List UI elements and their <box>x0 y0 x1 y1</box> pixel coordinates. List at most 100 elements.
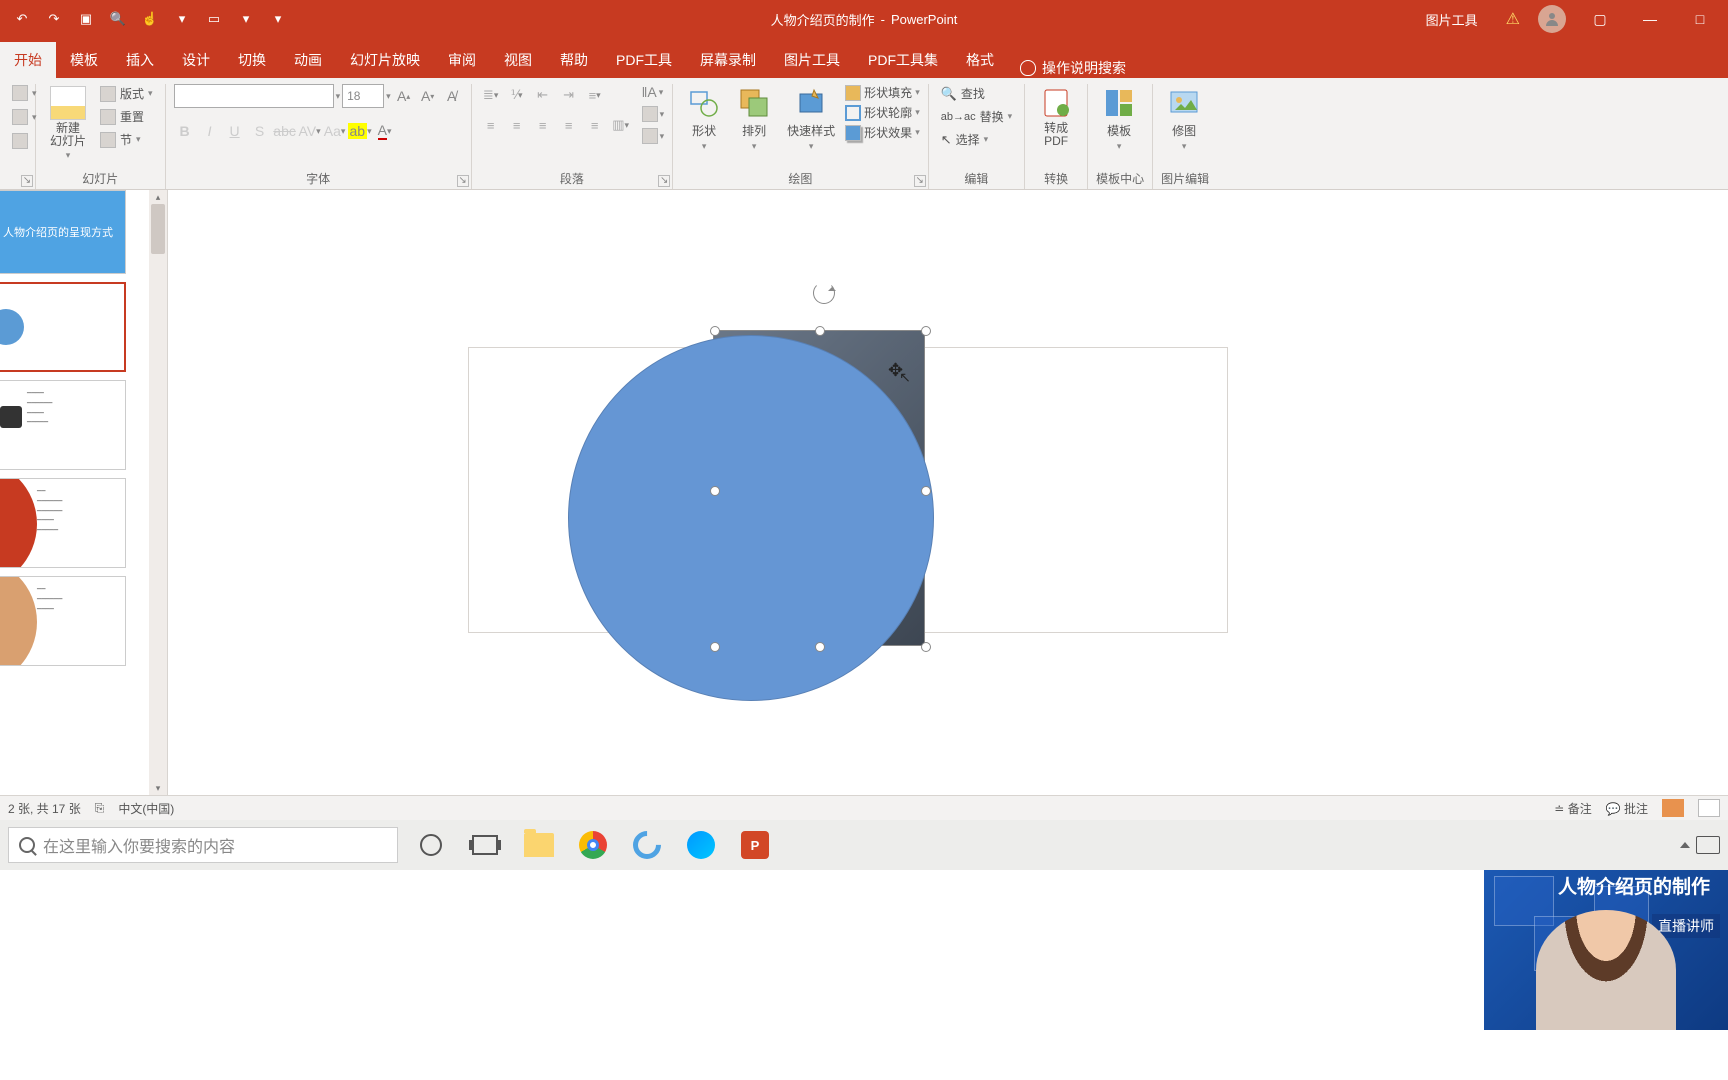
tab-pic-tools[interactable]: 图片工具 <box>770 42 854 78</box>
smartart-button[interactable]: ▾ <box>642 128 665 144</box>
slide-canvas[interactable]: ✥↖ <box>168 190 1728 795</box>
tab-pdf-tools[interactable]: PDF工具 <box>602 42 686 78</box>
maximize-icon[interactable]: □ <box>1684 5 1716 33</box>
select-button[interactable]: ↖选择▾ <box>937 130 1016 149</box>
circle-shape[interactable] <box>568 335 934 701</box>
tray-overflow-icon[interactable] <box>1680 842 1690 848</box>
font-name-input[interactable] <box>174 84 334 108</box>
quick-styles-button[interactable]: 快速样式▾ <box>781 84 841 154</box>
text-direction-button[interactable]: ‖A▾ <box>642 84 665 100</box>
shrink-font-button[interactable]: A▾ <box>417 85 439 107</box>
chrome-button[interactable] <box>572 824 614 866</box>
handle-mr[interactable] <box>921 486 931 496</box>
taskbar-search[interactable]: 在这里输入你要搜索的内容 <box>8 827 398 863</box>
line-spacing-button[interactable]: ≡▾ <box>584 84 606 106</box>
dropdown1-icon[interactable]: ▾ <box>170 7 194 31</box>
case-button[interactable]: Aa▾ <box>324 120 346 142</box>
columns-button[interactable]: ▥▾ <box>610 114 632 136</box>
powerpoint-button[interactable]: P <box>734 824 776 866</box>
minimize-icon[interactable]: — <box>1634 5 1666 33</box>
distribute-button[interactable]: ≡ <box>584 114 606 136</box>
tab-pdf-toolkit[interactable]: PDF工具集 <box>854 42 952 78</box>
qat-more-icon[interactable]: ▾ <box>266 7 290 31</box>
tab-animations[interactable]: 动画 <box>280 42 336 78</box>
font-color-button[interactable]: A▾ <box>374 120 396 142</box>
copy-button[interactable] <box>8 132 32 150</box>
decrease-indent-button[interactable]: ⇤ <box>532 84 554 106</box>
shadow-button[interactable]: S <box>249 120 271 142</box>
slideshow-icon[interactable]: ▣ <box>74 7 98 31</box>
layout-icon[interactable]: ▭ <box>202 7 226 31</box>
scroll-down-icon[interactable]: ▾ <box>149 781 167 795</box>
arrange-button[interactable]: 排列▾ <box>731 84 777 154</box>
align-text-button[interactable]: ▾ <box>642 106 665 122</box>
pic-edit-button[interactable]: 修图▾ <box>1161 84 1207 154</box>
underline-button[interactable]: U <box>224 120 246 142</box>
shapes-button[interactable]: 形状▾ <box>681 84 727 154</box>
touch-icon[interactable]: ☝ <box>138 7 162 31</box>
slide-thumb-1[interactable]: 人物介绍页的呈现方式 <box>0 190 126 274</box>
align-center-button[interactable]: ≡ <box>506 114 528 136</box>
slide-panel[interactable]: 人物介绍页的呈现方式 ━━━━━━━━━━━━━━━━━━━ ━━━━━━━━━… <box>0 190 168 795</box>
tab-screen-record[interactable]: 屏幕录制 <box>686 42 770 78</box>
comments-button[interactable]: 💬 批注 <box>1606 800 1648 817</box>
browser2-button[interactable] <box>626 824 668 866</box>
slide-thumb-4[interactable]: ━━━━━━━━━━━━━━━━━━━━━━━ <box>0 478 126 568</box>
font-launcher-icon[interactable]: ↘ <box>457 175 469 187</box>
highlight-button[interactable]: ab▾ <box>349 120 371 142</box>
slide-thumb-2[interactable] <box>0 282 126 372</box>
numbering-button[interactable]: ⅟▾ <box>506 84 528 106</box>
font-size-input[interactable] <box>342 84 384 108</box>
warning-icon[interactable]: ⚠ <box>1506 9 1520 29</box>
spacing-button[interactable]: AV▾ <box>299 120 321 142</box>
section-button[interactable]: 节▾ <box>96 130 157 149</box>
tab-template[interactable]: 模板 <box>56 42 112 78</box>
find-button[interactable]: 🔍查找 <box>937 84 1016 103</box>
notes-button[interactable]: ≐ 备注 <box>1554 800 1591 817</box>
tab-review[interactable]: 审阅 <box>434 42 490 78</box>
tab-home[interactable]: 开始 <box>0 42 56 78</box>
align-left-button[interactable]: ≡ <box>480 114 502 136</box>
shape-outline-button[interactable]: 形状轮廓▾ <box>845 104 920 121</box>
slide-counter[interactable]: 2 张, 共 17 张 <box>8 800 81 817</box>
handle-tl[interactable] <box>710 326 720 336</box>
bullets-button[interactable]: ≣▾ <box>480 84 502 106</box>
increase-indent-button[interactable]: ⇥ <box>558 84 580 106</box>
thumb-scrollbar[interactable]: ▴ ▾ <box>149 190 167 795</box>
align-right-button[interactable]: ≡ <box>532 114 554 136</box>
reset-button[interactable]: 重置 <box>96 107 157 126</box>
shape-effects-button[interactable]: 形状效果▾ <box>845 124 920 141</box>
italic-button[interactable]: I <box>199 120 221 142</box>
handle-tm[interactable] <box>815 326 825 336</box>
dropdown2-icon[interactable]: ▾ <box>234 7 258 31</box>
clipboard-launcher-icon[interactable]: ↘ <box>21 175 33 187</box>
strike-button[interactable]: abc <box>274 120 296 142</box>
sorter-view-button[interactable] <box>1698 799 1720 817</box>
bold-button[interactable]: B <box>174 120 196 142</box>
browser3-button[interactable] <box>680 824 722 866</box>
handle-br[interactable] <box>921 642 931 652</box>
language-indicator[interactable]: 中文(中国) <box>118 800 174 817</box>
handle-bm[interactable] <box>815 642 825 652</box>
tab-slideshow[interactable]: 幻灯片放映 <box>336 42 434 78</box>
tab-format[interactable]: 格式 <box>952 42 1008 78</box>
replace-button[interactable]: ab→ac替换▾ <box>937 107 1016 126</box>
shape-fill-button[interactable]: 形状填充▾ <box>845 84 920 101</box>
tab-insert[interactable]: 插入 <box>112 42 168 78</box>
handle-tr[interactable] <box>921 326 931 336</box>
file-explorer-button[interactable] <box>518 824 560 866</box>
drawing-launcher-icon[interactable]: ↘ <box>914 175 926 187</box>
to-pdf-button[interactable]: 转成 PDF <box>1033 84 1079 150</box>
grow-font-button[interactable]: A▴ <box>393 85 415 107</box>
cortana-button[interactable] <box>410 824 452 866</box>
normal-view-button[interactable] <box>1662 799 1684 817</box>
slide-thumb-5[interactable]: ━━━━━━━━━━━━ <box>0 576 126 666</box>
keyboard-layout-icon[interactable] <box>1696 836 1720 854</box>
ribbon-display-icon[interactable]: ▢ <box>1584 5 1616 33</box>
account-avatar[interactable] <box>1538 5 1566 33</box>
tab-design[interactable]: 设计 <box>168 42 224 78</box>
layout-button[interactable]: 版式▾ <box>96 84 157 103</box>
handle-bl[interactable] <box>710 642 720 652</box>
slide-thumb-3[interactable]: ━━━━━━━━━━━━━━━━━━━ <box>0 380 126 470</box>
zoom-icon[interactable]: 🔍 <box>106 7 130 31</box>
